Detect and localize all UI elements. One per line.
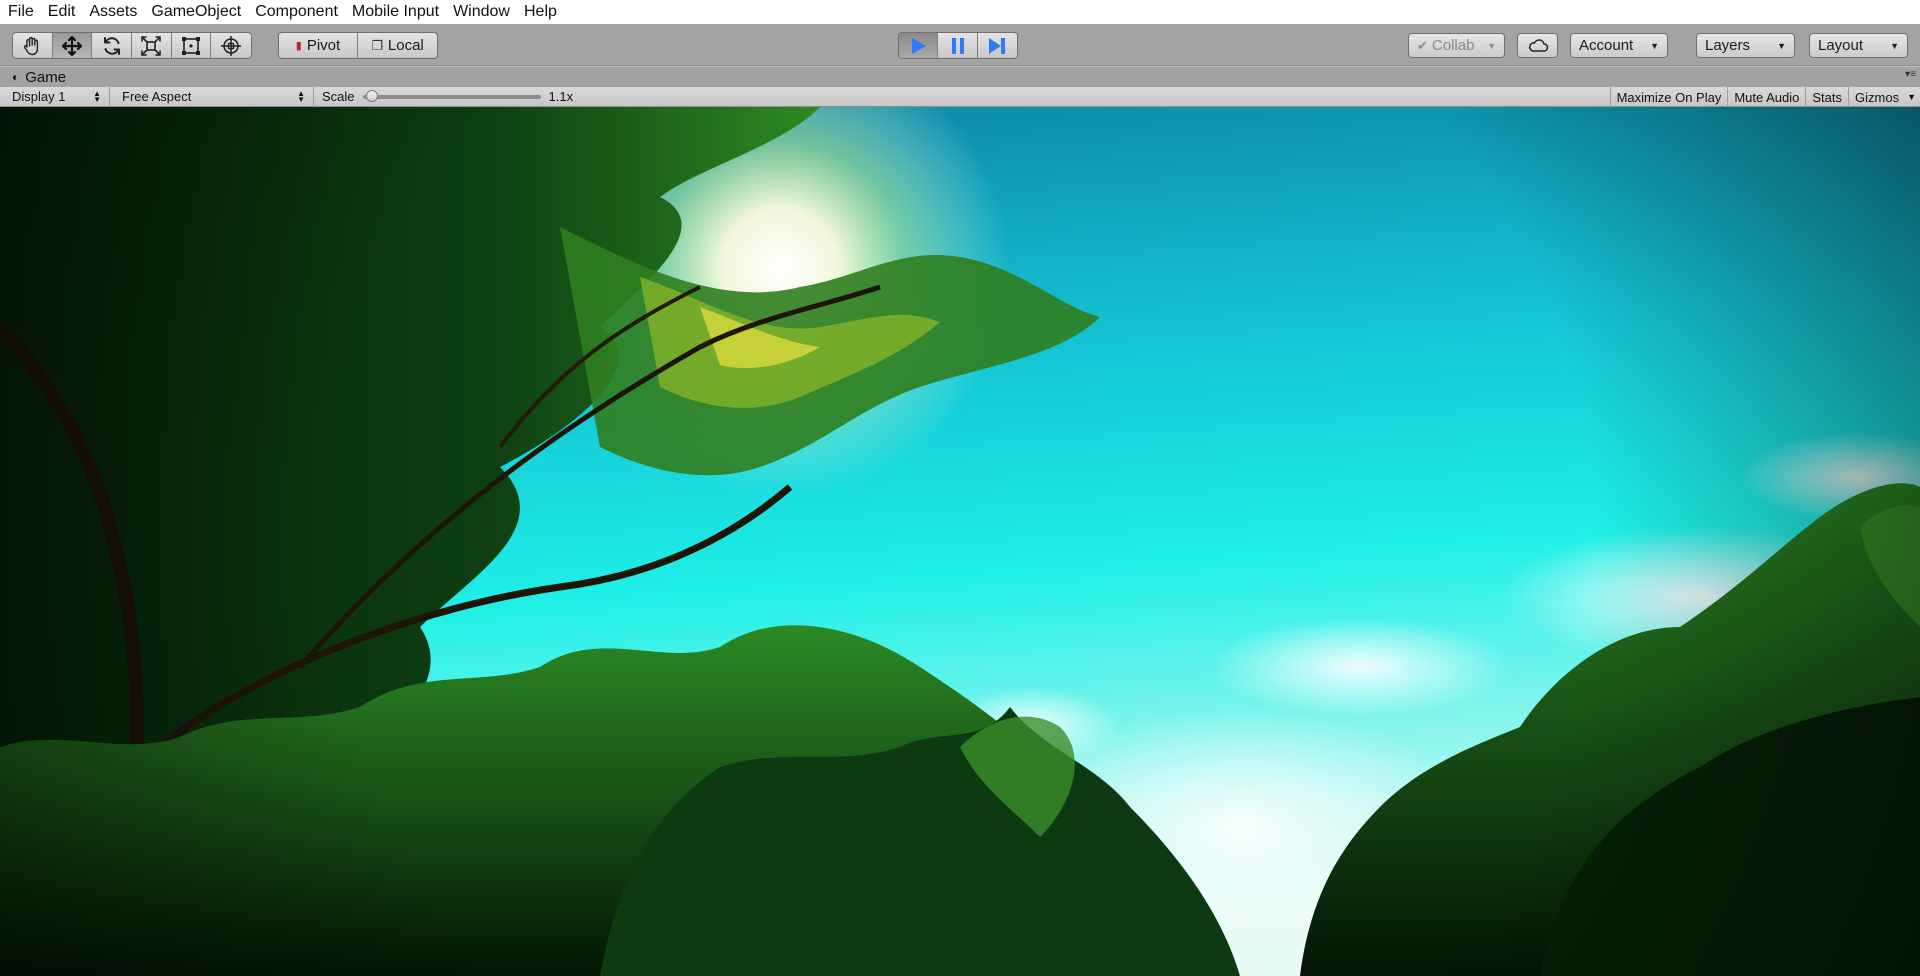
mute-audio-toggle[interactable]: Mute Audio bbox=[1727, 87, 1805, 107]
layout-dropdown[interactable]: Layout ▼ bbox=[1809, 33, 1908, 58]
transform-tools bbox=[12, 32, 252, 59]
game-controller-icon: ◐ bbox=[12, 70, 20, 84]
tab-game-label: Game bbox=[25, 68, 67, 86]
cloud-icon bbox=[1528, 38, 1548, 52]
rect-tool-button[interactable] bbox=[172, 33, 212, 58]
collab-label: Collab bbox=[1431, 37, 1475, 54]
scale-label: Scale bbox=[322, 89, 355, 104]
chevron-down-icon: ▼ bbox=[1907, 92, 1916, 102]
menu-component[interactable]: Component bbox=[249, 0, 346, 24]
hand-tool-button[interactable] bbox=[13, 33, 53, 58]
scale-tool-button[interactable] bbox=[132, 33, 172, 58]
menu-file[interactable]: File bbox=[2, 0, 42, 24]
game-view-toolbar: Display 1 ▲ ▼ Free Aspect ▲ ▼ Scale 1.1x M… bbox=[0, 86, 1920, 107]
play-controls bbox=[898, 32, 1018, 59]
game-tab-row: ◐ Game ▾≡ bbox=[0, 67, 1920, 87]
chevron-down-icon: ▼ bbox=[1650, 40, 1659, 51]
play-button[interactable] bbox=[899, 33, 939, 58]
menu-bar: File Edit Assets GameObject Component Mo… bbox=[0, 0, 1920, 24]
pivot-label: Pivot bbox=[306, 37, 341, 54]
collab-dropdown[interactable]: ✔ Collab ▼ bbox=[1408, 33, 1505, 58]
stats-toggle[interactable]: Stats bbox=[1805, 87, 1848, 107]
pause-button[interactable] bbox=[938, 33, 978, 58]
hand-icon bbox=[24, 36, 39, 55]
rotate-tool-button[interactable] bbox=[92, 33, 133, 58]
step-icon bbox=[989, 37, 1006, 54]
cloud-button[interactable] bbox=[1517, 33, 1558, 58]
step-button[interactable] bbox=[978, 33, 1017, 58]
game-view-render[interactable] bbox=[0, 107, 1920, 976]
chevron-down-icon: ▼ bbox=[1777, 40, 1786, 51]
gizmos-dropdown[interactable]: Gizmos ▼ bbox=[1848, 87, 1920, 107]
updown-arrows-icon: ▲ ▼ bbox=[297, 88, 305, 104]
pause-icon bbox=[951, 37, 964, 54]
scale-slider[interactable] bbox=[362, 89, 541, 102]
aspect-select[interactable]: Free Aspect ▲ ▼ bbox=[110, 86, 314, 107]
layers-dropdown[interactable]: Layers ▼ bbox=[1696, 33, 1795, 58]
transform-icon bbox=[221, 35, 242, 56]
local-label: Local bbox=[387, 37, 424, 54]
account-dropdown[interactable]: Account ▼ bbox=[1570, 33, 1668, 58]
rect-tool-icon bbox=[182, 36, 201, 55]
pivot-local-group: ▮ Pivot ❐ Local bbox=[278, 32, 438, 59]
menu-assets[interactable]: Assets bbox=[83, 0, 145, 24]
menu-help[interactable]: Help bbox=[518, 0, 565, 24]
play-icon bbox=[912, 37, 927, 54]
local-toggle[interactable]: ❐ Local bbox=[358, 33, 437, 58]
maximize-on-play-toggle[interactable]: Maximize On Play bbox=[1609, 87, 1728, 107]
scale-value: 1.1x bbox=[548, 89, 574, 104]
chevron-down-icon: ▼ bbox=[1890, 40, 1899, 51]
menu-edit[interactable]: Edit bbox=[42, 0, 84, 24]
aspect-value: Free Aspect bbox=[122, 89, 192, 104]
menu-window[interactable]: Window bbox=[447, 0, 518, 24]
display-value: Display 1 bbox=[12, 89, 66, 104]
game-view-options: Maximize On Play Mute Audio Stats Gizmos… bbox=[1609, 87, 1920, 107]
account-label: Account bbox=[1579, 37, 1634, 54]
forest-sky-scene bbox=[0, 107, 1920, 976]
menu-mobile-input[interactable]: Mobile Input bbox=[346, 0, 447, 24]
move-tool-button[interactable] bbox=[52, 33, 93, 58]
pivot-toggle[interactable]: ▮ Pivot bbox=[279, 33, 358, 58]
transform-tool-button[interactable] bbox=[211, 33, 251, 58]
layout-label: Layout bbox=[1818, 37, 1864, 54]
menu-gameobject[interactable]: GameObject bbox=[145, 0, 249, 24]
layers-label: Layers bbox=[1705, 37, 1751, 54]
tab-menu-icon[interactable]: ▾≡ bbox=[1905, 69, 1916, 80]
chevron-down-icon: ▼ bbox=[1487, 40, 1496, 51]
main-toolbar: ▮ Pivot ❐ Local ✔ Collab ▼ Account ▼ Lay… bbox=[0, 24, 1920, 66]
scale-control: Scale 1.1x bbox=[314, 89, 573, 104]
tab-game[interactable]: ◐ Game bbox=[0, 67, 78, 87]
display-select[interactable]: Display 1 ▲ ▼ bbox=[0, 86, 110, 107]
collab-check-icon: ✔ bbox=[1417, 37, 1428, 53]
scale-icon bbox=[141, 35, 162, 56]
pivot-icon: ▮ bbox=[295, 40, 302, 52]
rotate-icon bbox=[103, 36, 120, 55]
move-arrows-icon bbox=[61, 35, 83, 56]
local-cube-icon: ❐ bbox=[371, 37, 383, 53]
scale-slider-thumb[interactable] bbox=[365, 89, 378, 102]
updown-arrows-icon: ▲ ▼ bbox=[93, 88, 101, 104]
gizmos-label: Gizmos bbox=[1855, 89, 1900, 105]
